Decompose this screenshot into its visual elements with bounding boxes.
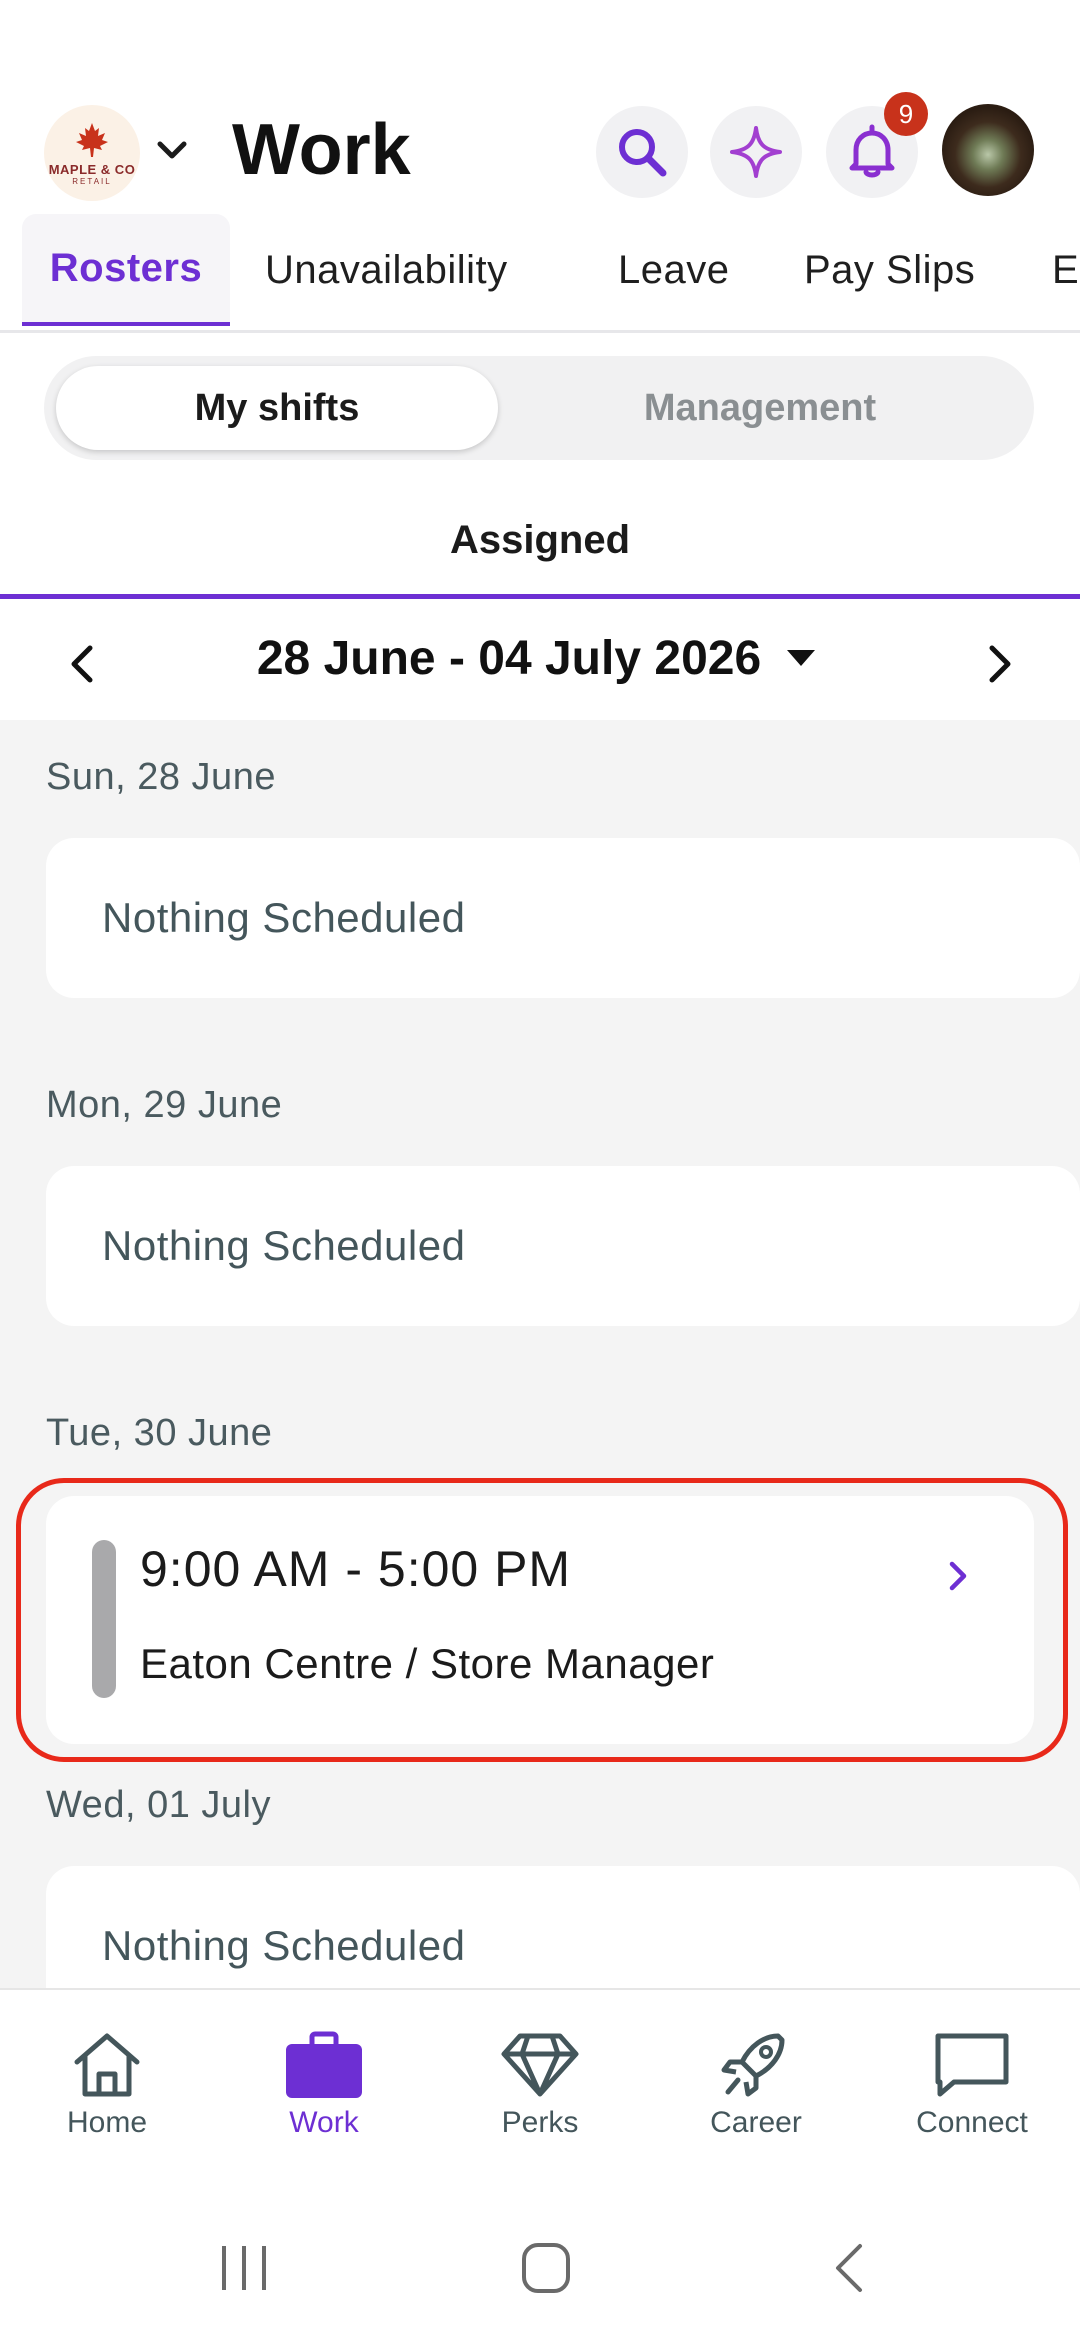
back-icon[interactable] bbox=[820, 2240, 880, 2296]
maple-leaf-icon bbox=[76, 123, 108, 157]
rocket-icon bbox=[721, 2033, 785, 2097]
tab-unavailability[interactable]: Unavailability bbox=[265, 214, 508, 326]
nav-connect-label: Connect bbox=[916, 2106, 1028, 2139]
sparkle-icon bbox=[730, 126, 782, 178]
home-icon bbox=[74, 2033, 140, 2097]
chat-icon bbox=[935, 2033, 1009, 2097]
diamond-icon bbox=[501, 2033, 579, 2097]
org-logo[interactable]: MAPLE & CO RETAIL bbox=[44, 105, 140, 201]
nothing-scheduled: Nothing Scheduled bbox=[102, 894, 466, 941]
ai-assistant-button[interactable] bbox=[710, 106, 802, 198]
nav-perks[interactable]: Perks bbox=[440, 2030, 640, 2140]
org-logo-text: MAPLE & CO bbox=[48, 162, 136, 177]
page-title: Work bbox=[232, 110, 411, 190]
avatar[interactable] bbox=[942, 104, 1034, 196]
tab-pay-slips[interactable]: Pay Slips bbox=[804, 214, 975, 326]
next-week-icon[interactable] bbox=[970, 636, 1026, 692]
tab-leave[interactable]: Leave bbox=[618, 214, 729, 326]
week-range[interactable]: 28 June - 04 July 2026 bbox=[0, 600, 1080, 716]
nav-work-label: Work bbox=[289, 2106, 359, 2139]
recent-apps-icon[interactable] bbox=[214, 2240, 274, 2296]
day-label: Mon, 29 June bbox=[46, 1084, 283, 1126]
search-icon bbox=[619, 129, 667, 177]
nav-home-label: Home bbox=[66, 2106, 148, 2139]
caret-down-icon bbox=[787, 650, 816, 666]
notification-badge: 9 bbox=[884, 92, 928, 136]
day-label: Wed, 01 July bbox=[46, 1784, 271, 1826]
briefcase-icon bbox=[286, 2031, 362, 2098]
day-card: Nothing Scheduled bbox=[46, 838, 1080, 998]
org-logo-subtext: RETAIL bbox=[72, 177, 112, 186]
search-button[interactable] bbox=[596, 106, 688, 198]
management-toggle[interactable]: Management bbox=[520, 366, 1000, 450]
week-range-label: 28 June - 04 July 2026 bbox=[256, 631, 762, 685]
nav-perks-label: Perks bbox=[501, 2106, 579, 2139]
nav-connect[interactable]: Connect bbox=[872, 2030, 1072, 2140]
nav-career[interactable]: Career bbox=[656, 2030, 856, 2140]
home-button-icon[interactable] bbox=[516, 2240, 576, 2296]
tab-rosters[interactable]: Rosters bbox=[22, 214, 230, 326]
day-label: Sun, 28 June bbox=[46, 756, 276, 798]
assigned-underline bbox=[0, 594, 1080, 599]
my-shifts-toggle[interactable]: My shifts bbox=[56, 366, 498, 450]
nav-career-label: Career bbox=[710, 2106, 802, 2139]
nothing-scheduled: Nothing Scheduled bbox=[102, 1222, 466, 1269]
day-card: Nothing Scheduled bbox=[46, 1166, 1080, 1326]
org-switcher-chevron-icon[interactable] bbox=[152, 130, 192, 170]
day-label: Tue, 30 June bbox=[46, 1412, 273, 1454]
nav-work[interactable]: Work bbox=[224, 2030, 424, 2140]
nav-home[interactable]: Home bbox=[7, 2030, 207, 2140]
assigned-tab[interactable]: Assigned bbox=[0, 500, 1080, 580]
tab-more[interactable]: E bbox=[1052, 214, 1079, 326]
selection-highlight bbox=[16, 1478, 1068, 1762]
nothing-scheduled: Nothing Scheduled bbox=[102, 1922, 466, 1969]
